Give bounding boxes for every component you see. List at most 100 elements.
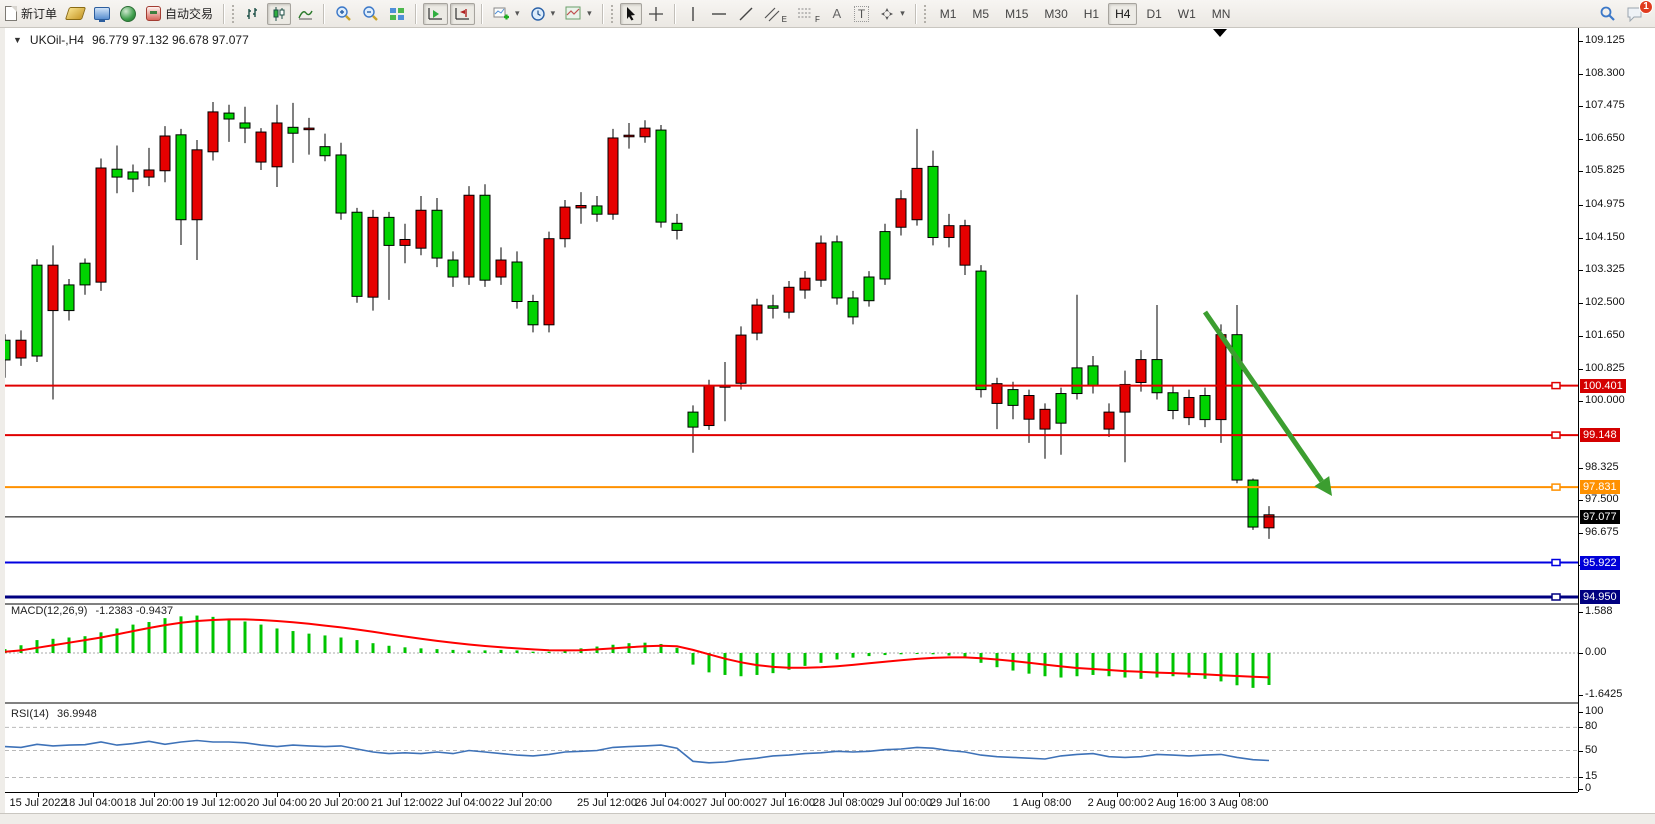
time-label: 27 Jul 00:00 bbox=[695, 797, 755, 809]
time-tick-mark bbox=[725, 793, 726, 797]
zoom-out-button[interactable] bbox=[358, 3, 383, 25]
notifications-button[interactable]: 1 bbox=[1622, 3, 1648, 25]
rsi-axis-tick: 50 bbox=[1585, 744, 1597, 756]
text-label-glyph: T bbox=[854, 6, 869, 22]
price-tick: 106.650 bbox=[1585, 132, 1625, 144]
hline-handle bbox=[1552, 383, 1560, 389]
time-label: 20 Jul 20:00 bbox=[309, 797, 369, 809]
time-tick-mark bbox=[843, 793, 844, 797]
search-button[interactable] bbox=[1595, 3, 1620, 25]
time-label: 2 Aug 00:00 bbox=[1088, 797, 1147, 809]
new-order-button[interactable]: 新订单 bbox=[1, 3, 61, 25]
indicators-icon bbox=[493, 6, 510, 22]
timeframe-group: M1M5M15M30H1H4D1W1MN bbox=[932, 3, 1239, 25]
text-tool-label: A bbox=[833, 6, 842, 21]
clock-icon bbox=[530, 6, 546, 22]
chart-shift-button[interactable] bbox=[450, 3, 475, 25]
indicators-button[interactable]: ▾ bbox=[489, 3, 524, 25]
toolbar-drag-handle[interactable] bbox=[611, 5, 616, 23]
horizontal-line-tool-button[interactable] bbox=[706, 3, 732, 25]
price-tick: 96.675 bbox=[1585, 526, 1619, 538]
axis-tick-mark bbox=[1579, 712, 1583, 713]
toolbar-separator bbox=[602, 4, 604, 24]
price-tick: 105.825 bbox=[1585, 164, 1625, 176]
time-label: 22 Jul 20:00 bbox=[492, 797, 552, 809]
autotrading-label: 自动交易 bbox=[165, 5, 213, 22]
profiles-button[interactable] bbox=[63, 3, 88, 25]
market-watch-button[interactable] bbox=[116, 3, 140, 25]
trendline-tool-button[interactable] bbox=[734, 3, 758, 25]
bar-chart-icon bbox=[245, 6, 261, 22]
zoom-in-button[interactable] bbox=[331, 3, 356, 25]
time-label: 22 Jul 04:00 bbox=[431, 797, 491, 809]
chart-symbol-label: UKOil-,H4 bbox=[30, 33, 84, 47]
time-tick-mark bbox=[154, 793, 155, 797]
timeframe-button-D1[interactable]: D1 bbox=[1139, 3, 1168, 25]
axis-tick-mark bbox=[1579, 653, 1583, 654]
timeframe-button-M30[interactable]: M30 bbox=[1037, 3, 1074, 25]
price-tick: 101.650 bbox=[1585, 329, 1625, 341]
candlestick-chart-button[interactable] bbox=[267, 3, 291, 25]
price-tick: 100.825 bbox=[1585, 362, 1625, 374]
cursor-tool-button[interactable] bbox=[620, 3, 642, 25]
price-tick: 100.000 bbox=[1585, 394, 1625, 406]
macd-values: -1.2383 -0.9437 bbox=[95, 605, 173, 617]
timeframe-button-H1[interactable]: H1 bbox=[1077, 3, 1106, 25]
time-tick-mark bbox=[401, 793, 402, 797]
toolbar-separator bbox=[223, 4, 225, 24]
crosshair-tool-button[interactable] bbox=[644, 3, 668, 25]
autotrading-button[interactable]: 自动交易 bbox=[142, 3, 217, 25]
axis-tick-mark bbox=[1579, 727, 1583, 728]
auto-scroll-button[interactable] bbox=[423, 3, 448, 25]
price-tick: 103.325 bbox=[1585, 263, 1625, 275]
price-axis[interactable]: 109.125108.300107.475106.650105.825104.9… bbox=[1578, 28, 1655, 792]
time-tick-mark bbox=[522, 793, 523, 797]
terminal-button[interactable] bbox=[90, 3, 114, 25]
axis-tick-mark bbox=[1579, 171, 1583, 172]
line-chart-button[interactable] bbox=[293, 3, 317, 25]
price-tick: 102.500 bbox=[1585, 296, 1625, 308]
tile-windows-button[interactable] bbox=[385, 3, 409, 25]
toolbar-separator bbox=[674, 4, 676, 24]
timeframe-button-M15[interactable]: M15 bbox=[998, 3, 1035, 25]
time-tick-mark bbox=[665, 793, 666, 797]
auto-scroll-icon bbox=[427, 6, 444, 22]
equidistant-channel-tool-button[interactable]: E bbox=[760, 3, 791, 25]
price-tick: 97.500 bbox=[1585, 493, 1619, 505]
axis-tick-mark bbox=[1579, 205, 1583, 206]
time-tick-mark bbox=[960, 793, 961, 797]
time-label: 18 Jul 04:00 bbox=[63, 797, 123, 809]
toolbar-drag-handle[interactable] bbox=[924, 5, 929, 23]
text-tool-button[interactable]: A bbox=[826, 3, 848, 25]
time-axis[interactable]: 15 Jul 202218 Jul 04:0018 Jul 20:0019 Ju… bbox=[5, 792, 1578, 813]
bar-chart-button[interactable] bbox=[241, 3, 265, 25]
time-tick-mark bbox=[902, 793, 903, 797]
templates-button[interactable]: ▾ bbox=[561, 3, 596, 25]
timeframe-button-M5[interactable]: M5 bbox=[965, 3, 996, 25]
arrows-tool-button[interactable]: ▾ bbox=[875, 3, 909, 25]
time-tick-mark bbox=[1117, 793, 1118, 797]
rsi-value: 36.9948 bbox=[57, 708, 97, 720]
periods-button[interactable]: ▾ bbox=[526, 3, 560, 25]
text-label-tool-button[interactable]: T bbox=[850, 3, 873, 25]
axis-tick-mark bbox=[1579, 336, 1583, 337]
price-tag-95.922: 95.922 bbox=[1580, 556, 1620, 570]
hline-handle bbox=[1552, 560, 1560, 566]
new-order-icon bbox=[5, 6, 17, 21]
timeframe-button-H4[interactable]: H4 bbox=[1108, 3, 1137, 25]
axis-tick-mark bbox=[1579, 303, 1583, 304]
time-label: 25 Jul 12:00 bbox=[577, 797, 637, 809]
timeframe-button-M1[interactable]: M1 bbox=[933, 3, 964, 25]
axis-tick-mark bbox=[1579, 695, 1583, 696]
toolbar-separator bbox=[915, 4, 917, 24]
one-click-collapse-icon[interactable]: ▼ bbox=[13, 35, 22, 45]
price-chart-canvas[interactable] bbox=[5, 28, 1578, 812]
fibonacci-tool-button[interactable]: F bbox=[793, 3, 824, 25]
chevron-down-icon: ▾ bbox=[551, 8, 556, 19]
timeframe-button-W1[interactable]: W1 bbox=[1171, 3, 1203, 25]
toolbar-drag-handle[interactable] bbox=[232, 5, 237, 23]
timeframe-button-MN[interactable]: MN bbox=[1205, 3, 1238, 25]
macd-name: MACD(12,26,9) bbox=[11, 605, 87, 617]
rsi-axis-tick: 15 bbox=[1585, 770, 1597, 782]
vertical-line-tool-button[interactable] bbox=[682, 3, 704, 25]
